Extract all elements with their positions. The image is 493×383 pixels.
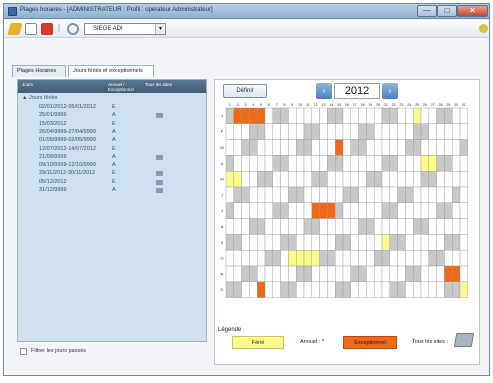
next-year-button[interactable]: › (382, 83, 398, 99)
title-bar[interactable]: Plages horaires - [ADMINISTRATEUR : Prof… (4, 4, 489, 19)
holiday-date: 12/07/2012-14/07/2012 (39, 145, 96, 152)
tab-jours-feries[interactable]: Jours fériés et exceptionnels (68, 65, 154, 77)
holiday-type: E (112, 145, 116, 152)
edit-icon[interactable] (7, 23, 23, 35)
minimize-button[interactable]: — (417, 5, 437, 17)
filter-past-days-checkbox[interactable] (20, 348, 27, 355)
holiday-date: 31/12/9999 (39, 187, 67, 193)
site-select[interactable]: SIEGE ADI ▾ (84, 23, 166, 35)
pdf-export-icon[interactable] (41, 23, 53, 35)
list-item[interactable]: 01/05/9999-02/05/9999 A (18, 137, 206, 145)
site-select-value: SIEGE ADI (93, 26, 123, 32)
list-item[interactable]: 05/12/2012 E (18, 179, 206, 187)
refresh-icon[interactable] (67, 23, 79, 35)
list-item[interactable]: 02/01/2012-05/01/2012 E (18, 104, 206, 112)
new-document-icon[interactable] (25, 23, 37, 35)
tree-header: Jours Annuel / Exceptionnel Tous les sit… (18, 80, 206, 93)
filter-past-days-label: Filtrer les jours passés (31, 348, 87, 354)
help-icon[interactable] (479, 24, 488, 33)
holiday-type: E (112, 120, 116, 127)
legend-title: Légende (218, 327, 242, 333)
year-display[interactable]: 2012 (334, 83, 380, 99)
list-item[interactable]: 29/11/2012-30/11/2012 E (18, 170, 206, 178)
app-icon (8, 7, 17, 16)
tab-plages-horaires[interactable]: Plages Horaires (12, 65, 66, 77)
all-sites-icon (453, 333, 475, 347)
previous-year-button[interactable]: ‹ (316, 83, 332, 99)
toolbar-separator: | (58, 23, 61, 32)
all-sites-icon (156, 188, 163, 193)
list-item[interactable]: 12/07/2012-14/07/2012 E (18, 146, 206, 154)
holiday-date: 09/10/9999-12/10/9999 (39, 162, 96, 169)
holiday-type: A (112, 112, 116, 119)
holiday-date: 01/05/9999-02/05/9999 (39, 137, 96, 144)
list-item[interactable]: 15/03/2012 E (18, 121, 206, 129)
holiday-type: E (112, 178, 116, 185)
legend-exceptionnel: Exceptionnel (343, 336, 397, 349)
all-sites-icon (156, 154, 163, 160)
legend-tous-sites: Tous les sites : (412, 339, 449, 345)
holiday-type: E (112, 104, 116, 110)
column-header-jours[interactable]: Jours (22, 82, 33, 87)
holiday-date: 25/01/9999 (39, 112, 67, 119)
all-sites-icon (156, 179, 163, 185)
holiday-date: 29/11/2012-30/11/2012 (39, 170, 96, 177)
list-item[interactable]: 26/04/9999-27/04/9999 A (18, 129, 206, 137)
toolbar: | SIEGE ADI ▾ (4, 20, 489, 38)
calendar-panel (214, 79, 480, 365)
holiday-tree: Jours Annuel / Exceptionnel Tous les sit… (17, 79, 207, 342)
legend-ferie: Férié (232, 336, 284, 349)
holiday-date: 02/01/2012-05/01/2012 (39, 104, 96, 110)
tree-group-jours-feries[interactable]: ▲ Jours fériés (22, 95, 57, 101)
chevron-down-icon[interactable]: ▾ (155, 24, 165, 34)
maximize-button[interactable]: □ (437, 5, 457, 17)
list-item[interactable]: 21/09/9999 A (18, 154, 206, 162)
holiday-date: 26/04/9999-27/04/9999 (39, 128, 96, 135)
legend-annuel: Annuel : * (300, 339, 324, 345)
close-button[interactable]: ✕ (457, 5, 488, 17)
list-item[interactable]: 25/01/9999 A (18, 112, 206, 120)
holiday-type: A (112, 128, 116, 135)
holiday-type: A (112, 153, 116, 160)
holiday-date: 21/09/9999 (39, 153, 67, 160)
define-button[interactable]: Définir (223, 84, 267, 98)
holiday-type: A (112, 187, 116, 193)
column-header-annuel[interactable]: Annuel / Exceptionnel (108, 82, 138, 92)
list-item[interactable]: 09/10/9999-12/10/9999 A (18, 162, 206, 170)
holiday-date: 15/03/2012 (39, 120, 67, 127)
holiday-type: E (112, 170, 116, 177)
holiday-date: 05/12/2012 (39, 178, 67, 185)
all-sites-icon (156, 171, 163, 177)
window-title: Plages horaires - [ADMINISTRATEUR : Prof… (20, 7, 213, 13)
column-header-tous-sites[interactable]: Tous les sites (145, 82, 175, 87)
holiday-type: A (112, 162, 116, 169)
list-item[interactable]: 31/12/9999 A (18, 187, 206, 195)
all-sites-icon (156, 113, 163, 119)
holiday-type: A (112, 137, 116, 144)
